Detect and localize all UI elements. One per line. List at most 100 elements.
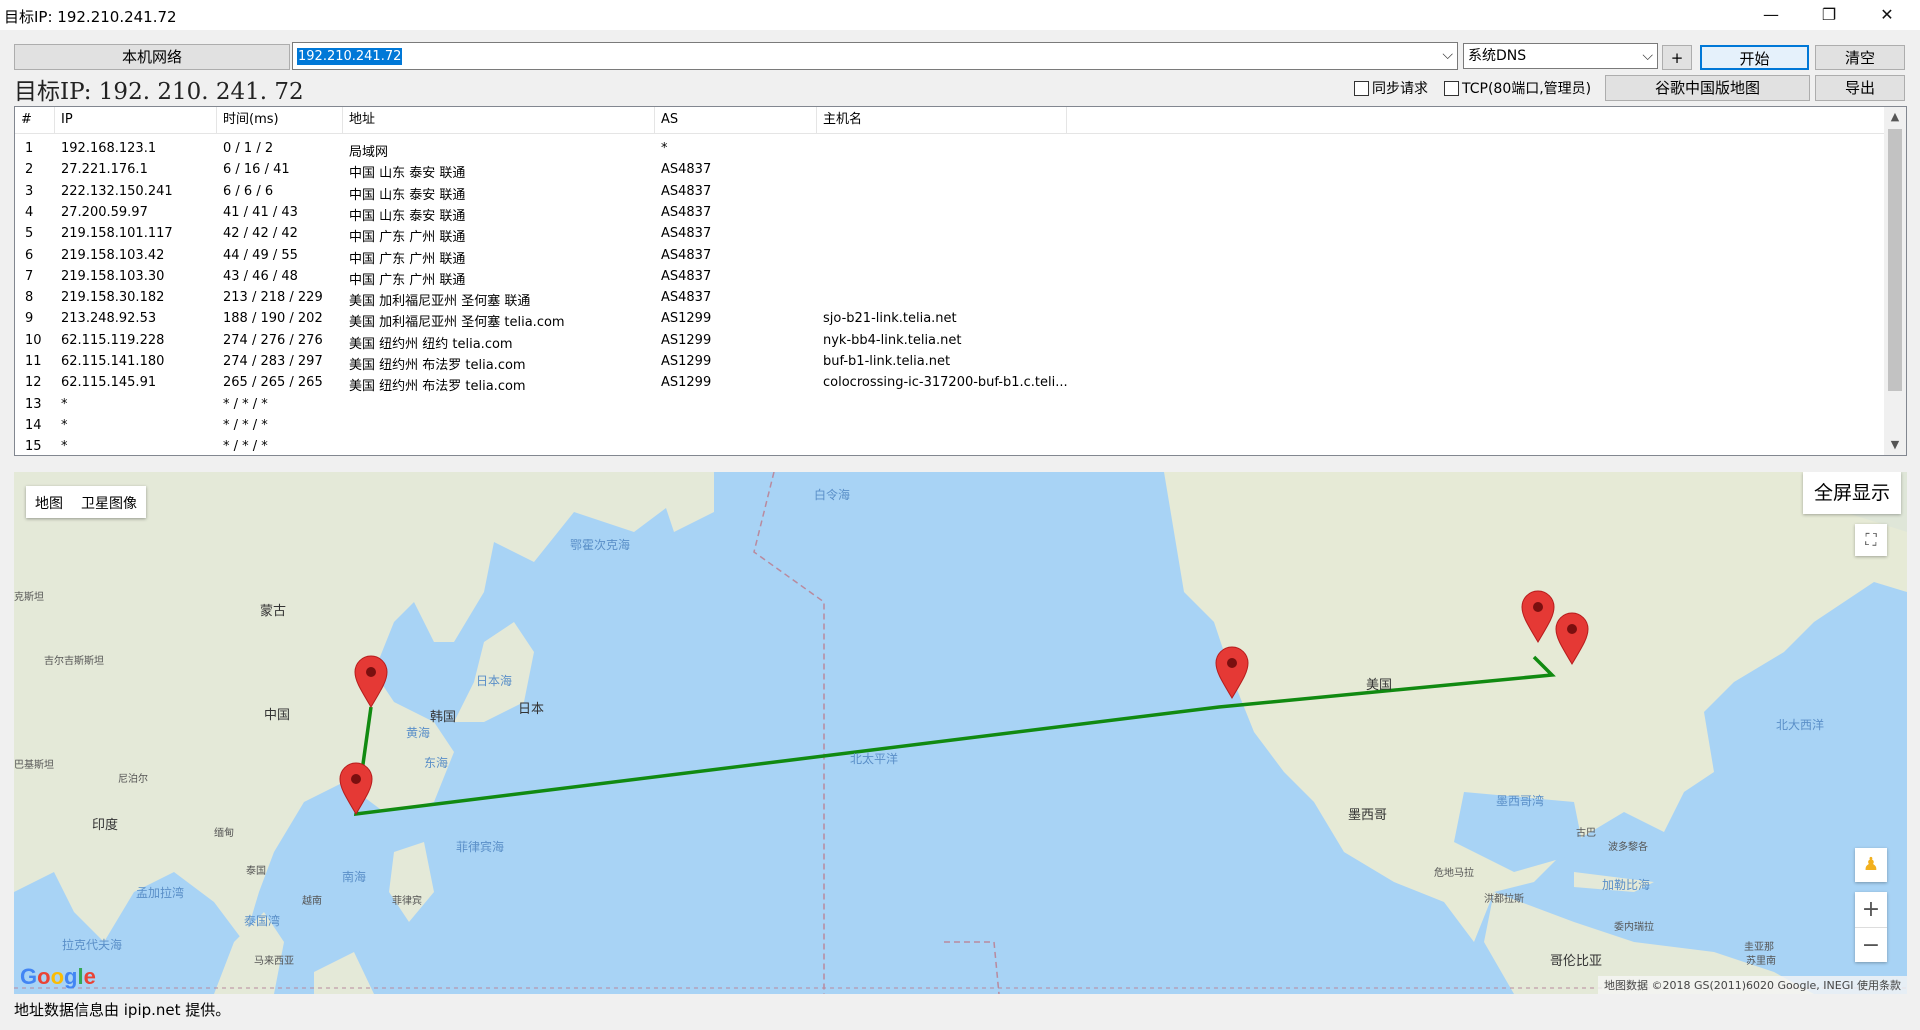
column-header-ip[interactable]: IP (55, 107, 217, 133)
map-label: 泰国湾 (244, 914, 281, 928)
table-row[interactable]: 9 213.248.92.53 188 / 190 / 202 美国 加利福尼亚州 圣… (15, 309, 1885, 330)
table-row[interactable]: 3 222.132.150.241 6 / 6 / 6 中国 山东 泰安 联通 AS48… (15, 182, 1885, 203)
table-row[interactable]: 1 192.168.123.1 0 / 1 / 2 局域网 * (15, 139, 1885, 160)
tcp-checkbox[interactable]: TCP(80端口,管理员) (1444, 79, 1591, 97)
sync-request-checkbox[interactable]: 同步请求 (1354, 79, 1428, 97)
map-label: 拉克代夫海 (62, 938, 123, 952)
target-ip-combobox[interactable]: 192.210.241.72 ⌵ (292, 42, 1458, 70)
hop-ip: 27.221.176.1 (61, 162, 148, 178)
zoom-in-button[interactable]: + (1855, 892, 1887, 927)
table-row[interactable]: 13 * * / * / * (15, 395, 1885, 416)
chevron-down-icon[interactable]: ⌵ (1442, 47, 1453, 63)
zoom-out-button[interactable]: − (1855, 927, 1887, 962)
map-label: 缅甸 (214, 828, 234, 839)
map-label: 美国 (1366, 678, 1393, 693)
hop-ip: 219.158.30.182 (61, 290, 165, 306)
hop-hostname: sjo-b21-link.telia.net (823, 311, 957, 327)
map-label: 黄海 (406, 726, 431, 740)
start-button[interactable]: 开始 (1700, 45, 1809, 70)
scrollbar-thumb[interactable] (1888, 129, 1902, 391)
scroll-up-icon[interactable]: ▲ (1884, 107, 1906, 127)
google-china-map-button[interactable]: 谷歌中国版地图 (1605, 75, 1810, 101)
hop-address: 美国 纽约州 纽约 telia.com (349, 336, 513, 352)
hop-as: AS1299 (661, 332, 712, 348)
table-row[interactable]: 4 27.200.59.97 41 / 41 / 43 中国 山东 泰安 联通 AS48… (15, 203, 1885, 224)
hop-time: 0 / 1 / 2 (223, 141, 274, 156)
hop-index: 14 (25, 417, 42, 433)
dns-select[interactable]: 系统DNS ⌵ (1463, 43, 1658, 69)
table-row[interactable]: 7 219.158.103.30 43 / 46 / 48 中国 广东 广州 联通 AS… (15, 267, 1885, 288)
vertical-scrollbar[interactable]: ▲ ▼ (1884, 107, 1906, 455)
column-header-address[interactable]: 地址 (343, 107, 655, 133)
column-header-hostname[interactable]: 主机名 (817, 107, 1067, 133)
hop-hostname: nyk-bb4-link.telia.net (823, 332, 962, 348)
fullscreen-button[interactable]: 全屏显示 (1803, 472, 1901, 514)
hop-time: 6 / 6 / 6 (223, 183, 274, 199)
hop-index: 9 (25, 311, 34, 327)
map-label: 中国 (264, 708, 291, 723)
target-ip-input[interactable]: 192.210.241.72 (297, 48, 403, 65)
local-network-button[interactable]: 本机网络 (14, 44, 290, 70)
hop-ip: * (61, 439, 68, 455)
export-button[interactable]: 导出 (1815, 75, 1905, 101)
target-ip-label: 目标IP: 192. 210. 241. 72 (14, 79, 304, 105)
column-header-index[interactable]: # (15, 107, 55, 133)
hop-hostname: colocrossing-ic-317200-buf-b1.c.teli... (823, 375, 1068, 391)
checkbox-box[interactable] (1354, 80, 1369, 96)
scroll-down-icon[interactable]: ▼ (1884, 435, 1906, 455)
hop-as: * (661, 141, 668, 156)
map-label: 鄂霍次克海 (570, 538, 631, 552)
hop-as: AS4837 (661, 226, 712, 242)
table-row[interactable]: 14 * * / * / * (15, 416, 1885, 437)
table-row[interactable]: 8 219.158.30.182 213 / 218 / 229 美国 加利福尼亚州 … (15, 288, 1885, 309)
table-row[interactable]: 12 62.115.145.91 265 / 265 / 265 美国 纽约州 布法罗… (15, 373, 1885, 394)
table-row[interactable]: 5 219.158.101.117 42 / 42 / 42 中国 广东 广州 联通 A… (15, 224, 1885, 245)
hop-ip: * (61, 417, 68, 433)
table-row[interactable]: 15 * * / * / * (15, 437, 1885, 455)
trace-list[interactable]: # IP 时间(ms) 地址 AS 主机名 1 192.168.123.1 0 / … (14, 106, 1907, 456)
map-label: 北大西洋 (1776, 718, 1825, 732)
satellite-tab[interactable]: 卫星图像 (72, 486, 146, 518)
map-label: 孟加拉湾 (136, 886, 185, 900)
checkbox-box[interactable] (1444, 80, 1459, 96)
map-label: 日本海 (476, 674, 513, 688)
map-attribution[interactable]: 地图数据 ©2018 GS(2011)6020 Google, INEGI 使用… (1597, 976, 1907, 994)
zoom-control[interactable]: + − (1855, 892, 1887, 962)
map-label: 南海 (342, 870, 367, 884)
column-header-time[interactable]: 时间(ms) (217, 107, 343, 133)
map-view[interactable]: 蒙古 中国 韩国 日本 日本海 黄海 东海 南海 菲律宾海 鄂霍次克海 白令海 … (14, 472, 1907, 994)
map-label: 东海 (424, 756, 449, 770)
table-row[interactable]: 6 219.158.103.42 44 / 49 / 55 中国 广东 广州 联通 AS… (15, 246, 1885, 267)
minimize-button[interactable]: — (1748, 0, 1794, 30)
hop-ip: 62.115.141.180 (61, 354, 165, 369)
hop-ip: 213.248.92.53 (61, 311, 157, 327)
map-tab[interactable]: 地图 (26, 486, 72, 518)
map-label: 洪都拉斯 (1484, 894, 1524, 905)
sync-request-label: 同步请求 (1372, 81, 1428, 97)
hop-ip: 27.200.59.97 (61, 204, 148, 220)
hop-time: 265 / 265 / 265 (223, 375, 323, 391)
table-row[interactable]: 10 62.115.119.228 274 / 276 / 276 美国 纽约州 纽约… (15, 331, 1885, 352)
hop-index: 6 (25, 247, 34, 263)
column-header-as[interactable]: AS (655, 107, 817, 133)
map-label: 越南 (302, 896, 322, 907)
pegman-icon[interactable]: ♟ (1855, 848, 1887, 882)
map-label: 墨西哥湾 (1496, 794, 1545, 808)
hop-index: 4 (25, 204, 34, 220)
close-button[interactable]: ✕ (1864, 0, 1910, 30)
hop-as: AS1299 (661, 311, 712, 327)
table-row[interactable]: 11 62.115.141.180 274 / 283 / 297 美国 纽约州 布法… (15, 352, 1885, 373)
maximize-button[interactable]: ❐ (1806, 0, 1852, 30)
status-text: 地址数据信息由 ipip.net 提供。 (14, 1001, 231, 1019)
hop-as: AS4837 (661, 162, 712, 178)
add-button[interactable]: + (1662, 45, 1692, 70)
hop-address: 美国 加利福尼亚州 圣何塞 联通 (349, 294, 531, 310)
map-label: 危地马拉 (1434, 868, 1474, 879)
clear-button[interactable]: 清空 (1815, 45, 1905, 70)
table-row[interactable]: 2 27.221.176.1 6 / 16 / 41 中国 山东 泰安 联通 AS483… (15, 160, 1885, 181)
hop-index: 2 (25, 162, 34, 178)
hop-address: 中国 山东 泰安 联通 (349, 208, 466, 224)
map-type-control[interactable]: 地图 卫星图像 (26, 486, 146, 518)
hop-ip: 219.158.101.117 (61, 226, 173, 242)
expand-icon[interactable]: ⛶ (1855, 524, 1887, 556)
